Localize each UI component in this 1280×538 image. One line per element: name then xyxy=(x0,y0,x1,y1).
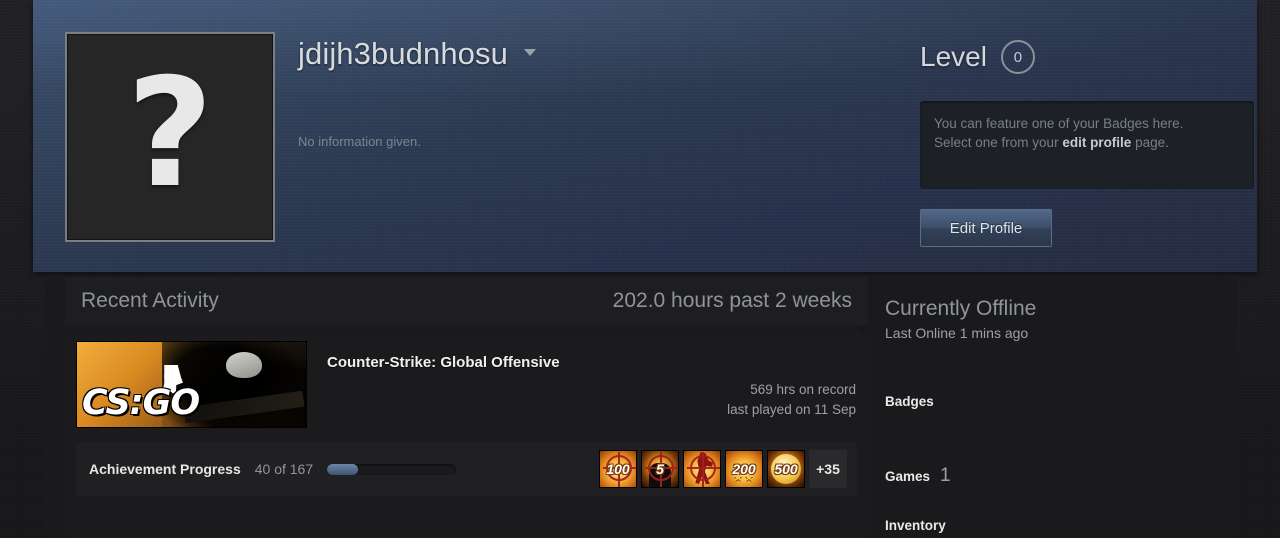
sidebar-section-badges[interactable]: Badges xyxy=(885,393,1215,411)
recent-game-entry: CS:GO Counter-Strike: Global Offensive 5… xyxy=(65,333,868,538)
achievement-figure-crosshair-icon[interactable] xyxy=(683,450,721,488)
last-online: Last Online 1 mins ago xyxy=(885,325,1029,341)
games-label: Games xyxy=(885,469,931,484)
featured-badge-notice: You can feature one of your Badges here.… xyxy=(920,101,1254,189)
persona-name[interactable]: jdijh3budnhosu xyxy=(298,36,508,72)
achievement-100-crosshair-icon[interactable]: 100 xyxy=(599,450,637,488)
recent-activity-hours: 202.0 hours past 2 weeks xyxy=(612,289,852,312)
sidebar-section-games[interactable]: Games 1 xyxy=(885,465,1215,487)
avatar[interactable]: ? xyxy=(65,32,275,242)
badge-notice-line-2: Select one from your edit profile page. xyxy=(934,133,1240,152)
capsule-mask-art xyxy=(226,352,262,378)
badge-notice-pre: Select one from your xyxy=(934,135,1063,150)
capsule-logo-text: CS:GO xyxy=(82,383,200,423)
edit-profile-button[interactable]: Edit Profile xyxy=(920,209,1052,247)
recent-activity-column: Recent Activity 202.0 hours past 2 weeks… xyxy=(65,277,868,538)
level-value: 0 xyxy=(1000,40,1035,74)
achievement-count: 40 of 167 xyxy=(254,461,314,477)
chevron-down-icon[interactable] xyxy=(524,49,537,56)
persona-block: jdijh3budnhosu No information given. xyxy=(298,36,537,149)
badge-notice-line-1: You can feature one of your Badges here. xyxy=(934,116,1184,131)
player-level: Level 0 xyxy=(920,40,1035,74)
game-capsule-image[interactable]: CS:GO xyxy=(76,341,307,428)
badge-notice-post: page. xyxy=(1131,135,1169,150)
recent-activity-header: Recent Activity 202.0 hours past 2 weeks xyxy=(65,277,868,325)
achievement-progress-bar xyxy=(327,463,457,475)
profile-sidebar: Currently Offline Last Online 1 mins ago… xyxy=(885,297,1215,535)
crosshair-icon xyxy=(687,452,720,487)
game-info: Counter-Strike: Global Offensive 569 hrs… xyxy=(307,341,868,428)
recent-activity-title: Recent Activity xyxy=(81,289,219,312)
profile-summary: No information given. xyxy=(298,134,421,149)
question-mark-avatar-icon: ? xyxy=(126,47,214,221)
achievement-progress-row: Achievement Progress 40 of 167 100 5 200… xyxy=(76,442,857,496)
achievement-icon-label: 5 xyxy=(656,461,664,477)
achievement-icon-list: 100 5 200 ★★ 500 +35 xyxy=(599,450,847,488)
sidebar-section-inventory[interactable]: Inventory xyxy=(885,517,1215,535)
game-last-played: last played on 11 Sep xyxy=(727,402,856,417)
achievement-5-target-icon[interactable]: 5 xyxy=(641,450,679,488)
edit-profile-link[interactable]: edit profile xyxy=(1062,135,1131,150)
profile-header: ? jdijh3budnhosu No information given. L… xyxy=(33,0,1257,272)
stars-icon: ★★ xyxy=(733,472,755,484)
achievement-500-disc-icon[interactable]: 500 xyxy=(767,450,805,488)
inventory-label: Inventory xyxy=(885,518,946,533)
badges-label: Badges xyxy=(885,394,934,409)
level-label: Level xyxy=(920,41,987,72)
games-count: 1 xyxy=(940,465,951,486)
game-row: CS:GO Counter-Strike: Global Offensive 5… xyxy=(65,333,868,428)
achievement-200-stars-icon[interactable]: 200 ★★ xyxy=(725,450,763,488)
achievement-more-count[interactable]: +35 xyxy=(809,450,847,488)
game-hours-on-record: 569 hrs on record xyxy=(750,382,856,397)
online-status: Currently Offline xyxy=(885,297,1037,320)
achievement-progress-fill xyxy=(327,463,359,475)
achievement-icon-label: 500 xyxy=(774,461,798,477)
game-stats: 569 hrs on record last played on 11 Sep xyxy=(727,380,856,420)
game-title[interactable]: Counter-Strike: Global Offensive xyxy=(327,341,868,371)
achievement-icon-label: 100 xyxy=(606,461,630,477)
achievement-progress-label: Achievement Progress xyxy=(89,461,241,477)
content-area: Recent Activity 202.0 hours past 2 weeks… xyxy=(45,277,1237,538)
